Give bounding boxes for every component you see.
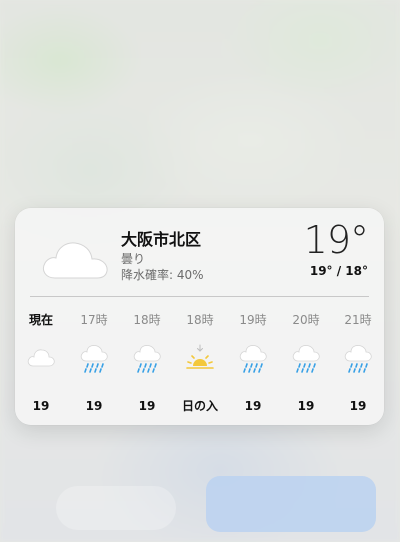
hour-item: 20時 19 bbox=[280, 304, 332, 414]
hour-label: 18時 bbox=[133, 313, 161, 327]
hour-label: 18時 bbox=[186, 313, 214, 327]
background-pill bbox=[56, 486, 176, 530]
hour-temperature: 19 bbox=[32, 399, 50, 413]
hour-label: 21時 bbox=[344, 313, 372, 327]
high-low-temperature: 19° / 18° bbox=[309, 264, 368, 278]
condition-text: 曇り bbox=[121, 252, 146, 266]
hour-label: 19時 bbox=[239, 313, 267, 327]
hourly-forecast: 現在 19 17時 19 18時 19 18時 日の入 19時 19 20時 1… bbox=[15, 304, 384, 425]
hour-temperature: 日の入 bbox=[181, 399, 218, 413]
cloud-rain-icon bbox=[80, 345, 108, 373]
cloud-icon bbox=[42, 242, 108, 279]
cloud-rain-icon bbox=[344, 345, 372, 373]
hour-item: 現在 19 bbox=[15, 304, 67, 414]
hour-item: 19時 19 bbox=[227, 304, 279, 414]
current-temperature: 19° bbox=[303, 218, 369, 262]
hour-temperature: 19 bbox=[349, 399, 367, 413]
hour-item: 18時 日の入 bbox=[174, 304, 226, 414]
divider bbox=[30, 296, 369, 297]
hour-label: 17時 bbox=[80, 313, 108, 327]
background-button bbox=[206, 476, 376, 532]
cloud-icon bbox=[27, 349, 55, 367]
hour-temperature: 19 bbox=[85, 399, 103, 413]
precipitation-text: 降水確率: 40% bbox=[121, 268, 204, 282]
hour-temperature: 19 bbox=[138, 399, 156, 413]
hour-temperature: 19 bbox=[244, 399, 262, 413]
hour-label: 20時 bbox=[292, 313, 320, 327]
sunset-icon bbox=[186, 344, 214, 369]
hour-item: 17時 19 bbox=[68, 304, 120, 414]
hour-label: 現在 bbox=[28, 313, 53, 327]
hour-item: 18時 19 bbox=[121, 304, 173, 414]
hour-item: 21時 19 bbox=[332, 304, 384, 414]
hour-temperature: 19 bbox=[297, 399, 315, 413]
location-title: 大阪市北区 bbox=[121, 230, 202, 249]
cloud-rain-icon bbox=[133, 345, 161, 373]
cloud-rain-icon bbox=[292, 345, 320, 373]
weather-card[interactable]: 大阪市北区 曇り 降水確率: 40% 19° 19° / 18° 現在 19 1… bbox=[15, 208, 384, 425]
cloud-rain-icon bbox=[239, 345, 267, 373]
